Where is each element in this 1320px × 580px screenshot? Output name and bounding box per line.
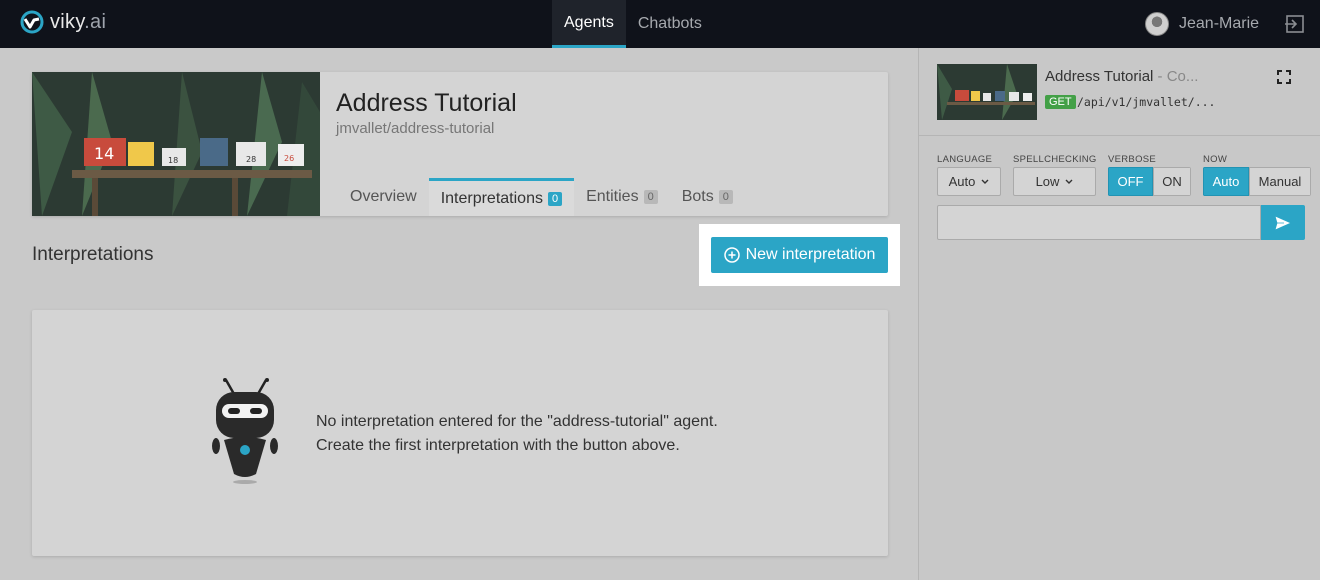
spellchecking-select[interactable]: Low <box>1013 167 1096 196</box>
http-method-badge: GET <box>1045 95 1076 109</box>
viky-logo[interactable]: viky.ai <box>20 10 106 34</box>
mailbox-number: 26 <box>284 154 294 163</box>
robot-mascot-icon <box>212 378 278 484</box>
brand-name: viky.ai <box>50 10 107 33</box>
agent-tabs: Overview Interpretations 0 Entities 0 Bots… <box>338 178 745 216</box>
expand-icon[interactable] <box>1277 70 1291 84</box>
agent-cover-image: 14 18 28 26 <box>32 72 320 216</box>
agent-title: Address Tutorial <box>336 89 517 117</box>
empty-state-card: No interpretation entered for the "addre… <box>32 310 888 556</box>
console-title: Address Tutorial - Co... <box>1045 68 1199 85</box>
avatar <box>1145 12 1169 36</box>
main-nav: Agents Chatbots <box>552 0 714 48</box>
chevron-down-icon <box>1065 179 1073 184</box>
tab-overview[interactable]: Overview <box>338 178 429 216</box>
mailbox-number: 18 <box>168 156 178 165</box>
nav-chatbots[interactable]: Chatbots <box>626 0 714 48</box>
verbose-on-button[interactable]: ON <box>1153 167 1191 196</box>
now-label: NOW <box>1203 154 1228 165</box>
nav-agents[interactable]: Agents <box>552 0 626 48</box>
tab-bots[interactable]: Bots 0 <box>670 178 745 216</box>
api-endpoint: /api/v1/jmvallet/... <box>1077 95 1216 109</box>
new-interpretation-highlight: New interpretation <box>699 224 900 286</box>
verbose-toggle: OFF ON <box>1108 167 1191 196</box>
agent-header-card: 14 18 28 26 Address Tutorial jmvallet/ad… <box>32 72 888 216</box>
empty-state-line: Create the first interpretation with the… <box>316 437 680 454</box>
viky-logo-icon <box>20 10 44 34</box>
now-manual-button[interactable]: Manual <box>1249 167 1311 196</box>
console-input-row <box>937 205 1305 240</box>
logout-icon[interactable] <box>1285 14 1305 34</box>
new-interpretation-button[interactable]: New interpretation <box>711 237 888 273</box>
chevron-down-icon <box>981 179 989 184</box>
console-sentence-input[interactable] <box>937 205 1261 240</box>
count-badge: 0 <box>718 190 733 204</box>
language-label: LANGUAGE <box>937 154 993 165</box>
mailbox-number: 14 <box>94 144 114 163</box>
empty-state-message: No interpretation entered for the "addre… <box>316 410 718 458</box>
tab-entities[interactable]: Entities 0 <box>574 178 670 216</box>
console-agent-thumbnail <box>937 64 1037 120</box>
count-badge: 0 <box>547 191 563 206</box>
verbose-off-button[interactable]: OFF <box>1108 167 1153 196</box>
top-navbar: viky.ai Agents Chatbots Jean-Marie <box>0 0 1320 48</box>
user-menu[interactable]: Jean-Marie <box>1145 12 1259 36</box>
send-icon <box>1275 215 1291 230</box>
language-select[interactable]: Auto <box>937 167 1001 196</box>
now-auto-button[interactable]: Auto <box>1203 167 1249 196</box>
now-toggle: Auto Manual <box>1203 167 1311 196</box>
agent-slug: jmvallet/address-tutorial <box>336 120 495 137</box>
user-name: Jean-Marie <box>1179 15 1260 32</box>
send-button[interactable] <box>1261 205 1305 240</box>
play-console: Address Tutorial - Co... GET /api/v1/jmv… <box>918 48 1320 580</box>
spellchecking-label: SPELLCHECKING <box>1013 154 1097 165</box>
verbose-label: VERBOSE <box>1108 154 1157 165</box>
count-badge: 0 <box>643 190 658 204</box>
empty-state-line: No interpretation entered for the "addre… <box>316 413 718 430</box>
console-header: Address Tutorial - Co... GET /api/v1/jmv… <box>919 48 1320 136</box>
section-title: Interpretations <box>32 244 154 265</box>
main-panel: 14 18 28 26 Address Tutorial jmvallet/ad… <box>0 48 918 580</box>
mailbox-number: 28 <box>246 155 256 164</box>
tab-interpretations[interactable]: Interpretations 0 <box>428 178 575 216</box>
plus-circle-icon <box>723 247 740 263</box>
